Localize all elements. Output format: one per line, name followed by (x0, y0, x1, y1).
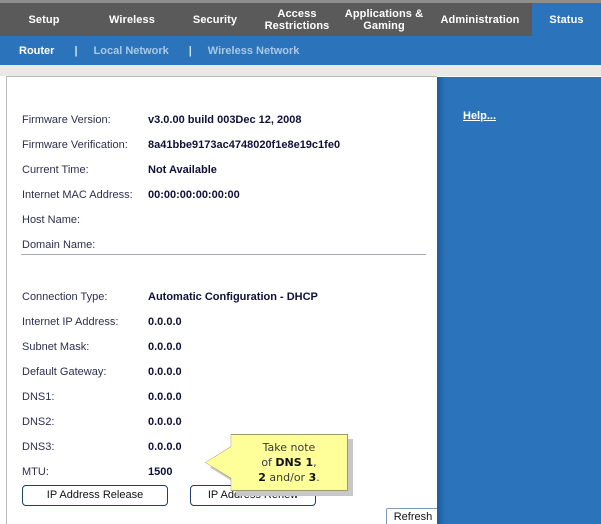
nav-tab-security[interactable]: Security (176, 3, 254, 36)
callout-line-3-post: . (316, 471, 320, 484)
refresh-button[interactable]: Refresh (386, 508, 437, 524)
label-dns2: DNS2: (22, 415, 55, 428)
callout-line-2-bold: DNS 1 (275, 456, 314, 469)
nav-tab-status-label: Status (549, 13, 584, 26)
nav-tab-applications-gaming[interactable]: Applications & Gaming (340, 3, 428, 36)
row-internet-ip-address: Internet IP Address: 0.0.0.0 (22, 309, 427, 334)
nav-tab-wireless-label: Wireless (109, 13, 155, 26)
row-default-gateway: Default Gateway: 0.0.0.0 (22, 359, 427, 384)
nav-tab-access-restrictions[interactable]: Access Restrictions (254, 3, 340, 36)
value-dns3: 0.0.0.0 (148, 440, 182, 453)
sub-navigation: Router | Local Network | Wireless Networ… (0, 36, 601, 65)
nav-tab-wireless[interactable]: Wireless (88, 3, 176, 36)
nav-tab-access-restrictions-label: Access Restrictions (264, 7, 330, 32)
value-connection-type: Automatic Configuration - DHCP (148, 290, 318, 303)
row-current-time: Current Time: Not Available (22, 157, 427, 182)
label-dns1: DNS1: (22, 390, 55, 403)
subnav-item-local-network[interactable]: Local Network (94, 45, 169, 57)
row-firmware-version: Firmware Version: v3.0.00 build 003Dec 1… (22, 107, 427, 132)
ip-address-release-button[interactable]: IP Address Release (22, 485, 168, 506)
router-status-panel: Firmware Version: v3.0.00 build 003Dec 1… (6, 76, 437, 524)
callout-line-3-bold1: 2 (258, 471, 266, 484)
row-connection-type: Connection Type: Automatic Configuration… (22, 284, 427, 309)
label-firmware-version: Firmware Version: (22, 113, 111, 126)
label-internet-mac-address: Internet MAC Address: (22, 188, 133, 201)
row-host-name: Host Name: (22, 207, 427, 232)
nav-content-gap (0, 65, 601, 76)
callout-line-1: Take note (262, 441, 316, 454)
label-mtu: MTU: (22, 465, 49, 478)
nav-tab-status[interactable]: Status (532, 3, 601, 36)
nav-tab-setup-label: Setup (28, 13, 60, 26)
callout-line-2: of DNS 1, (233, 455, 345, 470)
nav-tab-administration-label: Administration (440, 13, 520, 26)
help-sidebar: Help... (437, 77, 601, 524)
value-mtu: 1500 (148, 465, 173, 478)
row-dns1: DNS1: 0.0.0.0 (22, 384, 427, 409)
row-firmware-verification: Firmware Verification: 8a41bbe9173ac4748… (22, 132, 427, 157)
value-firmware-verification: 8a41bbe9173ac4748020f1e8e19c1fe0 (148, 138, 341, 151)
value-default-gateway: 0.0.0.0 (148, 365, 182, 378)
subnav-separator-1: | (74, 44, 78, 57)
nav-tab-setup[interactable]: Setup (0, 3, 88, 36)
help-link[interactable]: Help... (463, 110, 496, 122)
value-dns2: 0.0.0.0 (148, 415, 182, 428)
row-subnet-mask: Subnet Mask: 0.0.0.0 (22, 334, 427, 359)
subnav-item-wireless-network[interactable]: Wireless Network (208, 45, 300, 57)
subnav-item-router[interactable]: Router (19, 45, 54, 57)
firmware-info-group: Firmware Version: v3.0.00 build 003Dec 1… (22, 107, 427, 257)
nav-tab-administration[interactable]: Administration (428, 3, 532, 36)
value-firmware-version: v3.0.00 build 003Dec 12, 2008 (148, 113, 302, 126)
label-connection-type: Connection Type: (22, 290, 108, 303)
label-domain-name: Domain Name: (22, 238, 96, 251)
label-firmware-verification: Firmware Verification: (22, 138, 128, 151)
label-host-name: Host Name: (22, 213, 81, 226)
section-divider (21, 254, 426, 255)
label-subnet-mask: Subnet Mask: (22, 340, 90, 353)
row-dns2: DNS2: 0.0.0.0 (22, 409, 427, 434)
nav-tab-applications-gaming-label: Applications & Gaming (344, 7, 424, 32)
dns-callout-annotation: Take note of DNS 1, 2 and/or 3. (205, 434, 353, 496)
callout-line-3-mid: and/or (265, 471, 309, 484)
value-dns1: 0.0.0.0 (148, 390, 182, 403)
page-body: Firmware Version: v3.0.00 build 003Dec 1… (0, 76, 601, 524)
value-subnet-mask: 0.0.0.0 (148, 340, 182, 353)
callout-line-3: 2 and/or 3. (233, 470, 345, 485)
callout-line-2-post: , (313, 456, 317, 469)
callout-text: Take note of DNS 1, 2 and/or 3. (233, 440, 345, 485)
label-dns3: DNS3: (22, 440, 55, 453)
value-internet-mac-address: 00:00:00:00:00:00 (148, 188, 240, 201)
label-current-time: Current Time: (22, 163, 89, 176)
label-internet-ip-address: Internet IP Address: (22, 315, 119, 328)
row-internet-mac-address: Internet MAC Address: 00:00:00:00:00:00 (22, 182, 427, 207)
nav-tab-security-label: Security (192, 13, 238, 26)
main-navigation: Setup Wireless Security Access Restricti… (0, 3, 601, 36)
value-current-time: Not Available (148, 163, 217, 176)
value-internet-ip-address: 0.0.0.0 (148, 315, 182, 328)
label-default-gateway: Default Gateway: (22, 365, 107, 378)
subnav-separator-2: | (188, 44, 192, 57)
callout-line-2-pre: of (261, 456, 276, 469)
